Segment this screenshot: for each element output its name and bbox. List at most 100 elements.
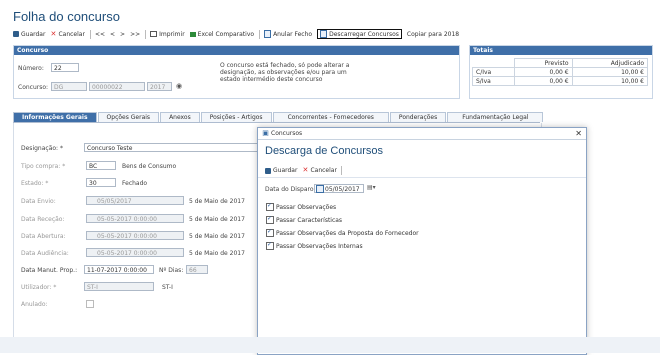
save-icon (265, 167, 271, 174)
abertura-text: 5 de Maio de 2017 (189, 233, 245, 240)
dialog-save-button[interactable]: Guardar (265, 167, 297, 174)
ndias-label: Nº Dias: (159, 267, 184, 274)
disparo-label: Data do Disparo: (265, 186, 316, 193)
document-icon (264, 30, 272, 38)
close-icon: ✕ (302, 166, 309, 174)
last-record-button[interactable]: >> (130, 31, 140, 38)
concurso-code-input[interactable]: 00000022 (89, 82, 145, 91)
dialog-divider (258, 177, 586, 178)
tab-bar: Informações Gerais Opções Gerais Anexos … (13, 112, 544, 123)
document-icon (320, 30, 328, 38)
tipo-desc: Bens de Consumo (122, 163, 177, 170)
dialog-title: Descarga de Concursos (265, 145, 384, 157)
adjudicado-value: 10,00 € (571, 67, 649, 77)
page-title: Folha do concurso (13, 9, 120, 24)
toolbar-divider (340, 166, 342, 175)
totais-header: Totais (470, 46, 652, 55)
excel-button[interactable]: Excel Comparativo (189, 31, 254, 38)
checkbox[interactable] (266, 228, 274, 237)
adjudicado-value: 10,00 € (571, 76, 649, 86)
descarregar-concursos-button[interactable]: Descarregar Concursos (317, 29, 402, 39)
utilizador-input[interactable]: ST-I (84, 282, 154, 291)
window-icon: ▣ (262, 129, 269, 137)
toolbar-divider (145, 29, 147, 39)
rececao-label: Data Receção: (21, 216, 65, 223)
previous-record-button[interactable]: < (110, 31, 115, 38)
dialog-window-title: Concursos (271, 130, 303, 137)
cancel-button[interactable]: ✕ Cancelar (50, 30, 85, 38)
anulado-label: Anulado: (21, 301, 48, 308)
dialog-close-icon[interactable]: ✕ (575, 129, 582, 138)
copiar-button[interactable]: Copiar para 2018 (407, 31, 459, 38)
option-passar-caracteristicas[interactable]: Passar Características (266, 215, 342, 224)
envio-date-input[interactable]: 05/05/2017 (86, 196, 184, 205)
previsto-header: Previsto (513, 58, 573, 68)
concurso-year-input[interactable]: 2017 (147, 82, 172, 91)
designacao-input[interactable]: Concurso Teste (84, 143, 258, 152)
concurso-header: Concurso (14, 46, 459, 55)
tab-opcoes-gerais[interactable]: Opções Gerais (97, 112, 160, 122)
manut-date-input[interactable]: 11-07-2017 0:00:00 (84, 265, 154, 274)
tab-fundamentacao-legal[interactable]: Fundamentação Legal (447, 112, 544, 122)
excel-icon (189, 31, 196, 37)
estado-input[interactable]: 30 (86, 178, 116, 187)
tab-anexos[interactable]: Anexos (160, 112, 200, 122)
calendar-icon[interactable] (316, 185, 324, 193)
rececao-date-input[interactable]: 05-05-2017 0:00:00 (86, 214, 184, 223)
utilizador-name: ST-I (162, 284, 173, 291)
closed-notice: O concurso está fechado, só pode alterar… (220, 62, 350, 83)
save-button[interactable]: Guardar (13, 31, 45, 38)
envio-text: 5 de Maio de 2017 (189, 198, 245, 205)
estado-desc: Fechado (122, 180, 148, 187)
concurso-type-input[interactable]: DG (51, 82, 87, 91)
dialog-titlebar: ▣ Concursos ✕ (258, 128, 586, 140)
print-button[interactable]: Imprimir (150, 31, 185, 38)
abertura-date-input[interactable]: 05-05-2017 0:00:00 (86, 231, 184, 240)
toolbar: Guardar ✕ Cancelar << < > >> Imprimir Exc… (13, 29, 464, 39)
audiencia-label: Data Audiência: (21, 250, 69, 257)
row-label: C/Iva (472, 67, 515, 77)
tab-concorrentes[interactable]: Concorrentes - Fornecedores (272, 112, 389, 122)
estado-label: Estado: * (21, 180, 49, 187)
tab-ponderacoes[interactable]: Ponderações (389, 112, 447, 122)
designacao-label: Designação: * (21, 145, 63, 152)
numero-input[interactable]: 22 (51, 63, 79, 72)
option-passar-observacoes[interactable]: Passar Observações (266, 202, 336, 211)
table-row: S/Iva 0,00 € 10,00 € (472, 76, 649, 86)
ndias-input[interactable]: 66 (186, 265, 208, 274)
toolbar-divider (89, 29, 91, 39)
tab-informacoes-gerais[interactable]: Informações Gerais (13, 112, 97, 122)
first-record-button[interactable]: << (95, 31, 105, 38)
calendar-dropdown-icon[interactable]: ▤▾ (367, 184, 376, 191)
anular-fecho-button[interactable]: Anular Fecho (264, 30, 312, 38)
abertura-label: Data Abertura: (21, 233, 66, 240)
totais-table: Previsto Adjudicado C/Iva 0,00 € 10,00 €… (472, 58, 649, 86)
audiencia-text: 5 de Maio de 2017 (189, 250, 245, 257)
concurso-panel: Concurso Número: 22 Concurso: DG 0000002… (13, 45, 460, 99)
utilizador-label: Utilizador: * (21, 284, 57, 291)
option-passar-obs-internas[interactable]: Passar Observações Internas (266, 241, 363, 250)
option-passar-obs-proposta[interactable]: Passar Observações da Proposta do Fornec… (266, 228, 419, 237)
adjudicado-header: Adjudicado (571, 58, 649, 68)
rececao-text: 5 de Maio de 2017 (189, 216, 245, 223)
save-icon (13, 31, 19, 37)
dialog-toolbar: Guardar ✕ Cancelar (265, 166, 346, 175)
row-label: S/Iva (472, 76, 515, 86)
audiencia-date-input[interactable]: 05-05-2017 0:00:00 (86, 248, 184, 257)
tipo-input[interactable]: BC (86, 161, 116, 170)
anulado-checkbox[interactable] (86, 300, 94, 308)
checkbox[interactable] (266, 202, 274, 211)
concurso-label: Concurso: (18, 84, 49, 91)
totais-panel: Totais Previsto Adjudicado C/Iva 0,00 € … (469, 45, 653, 99)
previsto-value: 0,00 € (513, 67, 573, 77)
next-record-button[interactable]: > (120, 31, 125, 38)
dialog-cancel-button[interactable]: ✕ Cancelar (302, 166, 337, 175)
footer-stripe (0, 337, 660, 353)
eye-icon[interactable]: ◉ (176, 82, 182, 90)
printer-icon (150, 31, 158, 37)
checkbox[interactable] (266, 215, 274, 224)
numero-label: Número: (18, 65, 44, 72)
table-row: C/Iva 0,00 € 10,00 € (472, 67, 649, 77)
tab-posicoes-artigos[interactable]: Posições - Artigos (200, 112, 272, 122)
checkbox[interactable] (266, 241, 274, 250)
